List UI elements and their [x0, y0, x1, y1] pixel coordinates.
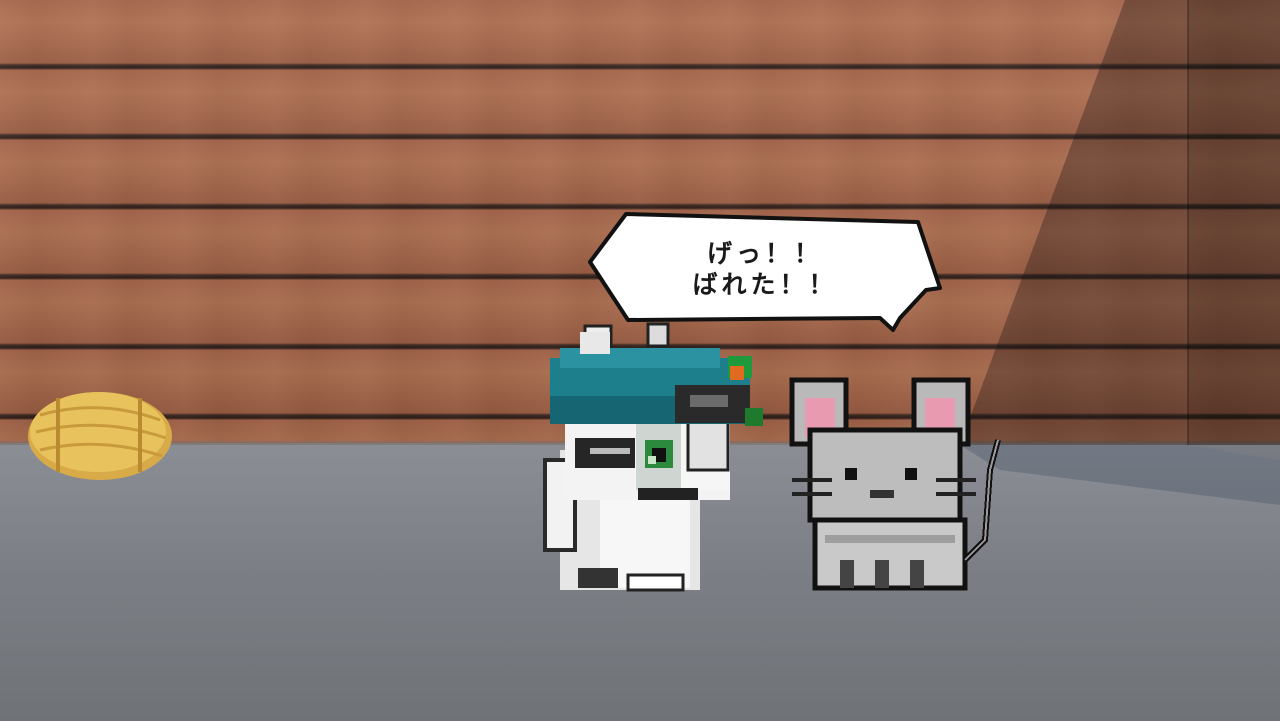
- dialogue-line-1: げっ！！: [706, 239, 823, 268]
- floor-shadow: [960, 445, 1280, 505]
- mouse-character-icon: [789, 377, 1001, 591]
- right-side-wall: [1188, 0, 1280, 460]
- game-scene: げっ！！ ばれた！！: [0, 0, 1280, 721]
- hay-bale-icon: [28, 392, 172, 480]
- dialogue-line-2: ばれた！！: [692, 270, 838, 299]
- speech-bubble-text: げっ！！ ばれた！！: [640, 238, 890, 308]
- cat-character-icon: [543, 322, 763, 592]
- scene-overlay: [28, 0, 1280, 592]
